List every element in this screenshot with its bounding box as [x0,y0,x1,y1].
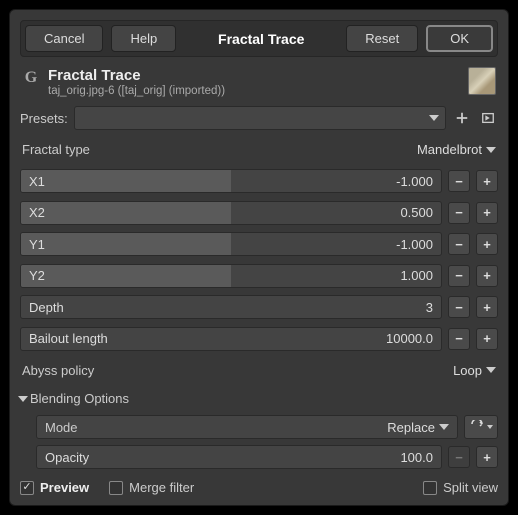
chevron-down-icon [486,147,496,153]
mode-row: Mode Replace [36,414,498,440]
cancel-button[interactable]: Cancel [25,25,103,52]
y1-increment-button[interactable]: + [476,233,498,255]
y2-row: Y2 1.000 − + [20,263,498,289]
chevron-down-icon [486,367,496,373]
x1-label: X1 [21,174,45,189]
x2-increment-button[interactable]: + [476,202,498,224]
x2-label: X2 [21,205,45,220]
y2-decrement-button[interactable]: − [448,265,470,287]
fractal-type-row: Fractal type Mandelbrot [20,137,498,163]
blending-section: Mode Replace Opacity 100.0 − + [20,414,498,470]
app-logo-icon: G [22,69,40,87]
fractal-type-label: Fractal type [22,142,90,157]
depth-decrement-button[interactable]: − [448,296,470,318]
bailout-decrement-button[interactable]: − [448,328,470,350]
mode-value: Replace [387,420,435,435]
depth-label: Depth [21,300,64,315]
opacity-slider[interactable]: Opacity 100.0 [36,445,442,469]
abyss-dropdown[interactable]: Loop [453,363,496,378]
merge-filter-checkbox[interactable] [109,481,123,495]
merge-filter-label[interactable]: Merge filter [129,480,194,495]
bottom-bar: Preview Merge filter Split view [20,476,498,495]
y2-slider[interactable]: Y2 1.000 [20,264,442,288]
y1-value: -1.000 [396,237,441,252]
x2-value: 0.500 [400,205,441,220]
ok-button[interactable]: OK [426,25,493,52]
opacity-decrement-button[interactable]: − [448,446,470,468]
y1-label: Y1 [21,237,45,252]
dialog-window: Cancel Help Fractal Trace Reset OK G Fra… [9,9,509,506]
x2-row: X2 0.500 − + [20,200,498,226]
abyss-label: Abyss policy [22,363,94,378]
chevron-down-icon [439,424,449,430]
blending-expander[interactable]: Blending Options [20,389,498,408]
opacity-row: Opacity 100.0 − + [36,444,498,470]
y2-increment-button[interactable]: + [476,265,498,287]
x2-slider[interactable]: X2 0.500 [20,201,442,225]
expander-triangle-icon [18,396,28,402]
x1-value: -1.000 [396,174,441,189]
help-button[interactable]: Help [111,25,176,52]
y2-label: Y2 [21,268,45,283]
bailout-increment-button[interactable]: + [476,328,498,350]
y1-row: Y1 -1.000 − + [20,232,498,258]
opacity-label: Opacity [37,450,89,465]
preview-label[interactable]: Preview [40,480,89,495]
x1-row: X1 -1.000 − + [20,169,498,195]
top-toolbar: Cancel Help Fractal Trace Reset OK [20,20,498,57]
split-view-checkbox[interactable] [423,481,437,495]
opacity-value: 100.0 [400,450,441,465]
depth-input[interactable]: Depth 3 [20,295,442,319]
y2-value: 1.000 [400,268,441,283]
x1-slider[interactable]: X1 -1.000 [20,169,442,193]
bailout-value: 10000.0 [386,331,441,346]
y1-decrement-button[interactable]: − [448,233,470,255]
chevron-down-icon [487,425,493,429]
mode-swap-button[interactable] [464,415,498,439]
bailout-label: Bailout length [21,331,108,346]
mode-dropdown[interactable]: Mode Replace [36,415,458,439]
presets-label: Presets: [20,111,68,126]
filter-title: Fractal Trace [48,67,460,84]
bailout-input[interactable]: Bailout length 10000.0 [20,327,442,351]
dialog-header: G Fractal Trace taj_orig.jpg-6 ([taj_ori… [20,63,498,99]
presets-row: Presets: [20,105,498,131]
image-thumbnail[interactable] [468,67,496,95]
toolbar-title: Fractal Trace [206,31,316,47]
preset-manage-button[interactable] [478,108,498,128]
chevron-down-icon [429,115,439,121]
opacity-increment-button[interactable]: + [476,446,498,468]
depth-increment-button[interactable]: + [476,296,498,318]
fractal-type-dropdown[interactable]: Mandelbrot [417,142,496,157]
preset-add-button[interactable] [452,108,472,128]
depth-row: Depth 3 − + [20,295,498,321]
presets-dropdown[interactable] [74,106,446,130]
x1-increment-button[interactable]: + [476,170,498,192]
preview-checkbox[interactable] [20,481,34,495]
y1-slider[interactable]: Y1 -1.000 [20,232,442,256]
x2-decrement-button[interactable]: − [448,202,470,224]
split-view-label[interactable]: Split view [443,480,498,495]
blending-header-label: Blending Options [30,391,129,406]
mode-label: Mode [45,420,78,435]
fractal-type-value: Mandelbrot [417,142,482,157]
x1-decrement-button[interactable]: − [448,170,470,192]
abyss-policy-row: Abyss policy Loop [20,358,498,384]
depth-value: 3 [426,300,441,315]
abyss-value: Loop [453,363,482,378]
bailout-row: Bailout length 10000.0 − + [20,326,498,352]
image-subtitle: taj_orig.jpg-6 ([taj_orig] (imported)) [48,85,460,97]
reset-button[interactable]: Reset [346,25,418,52]
